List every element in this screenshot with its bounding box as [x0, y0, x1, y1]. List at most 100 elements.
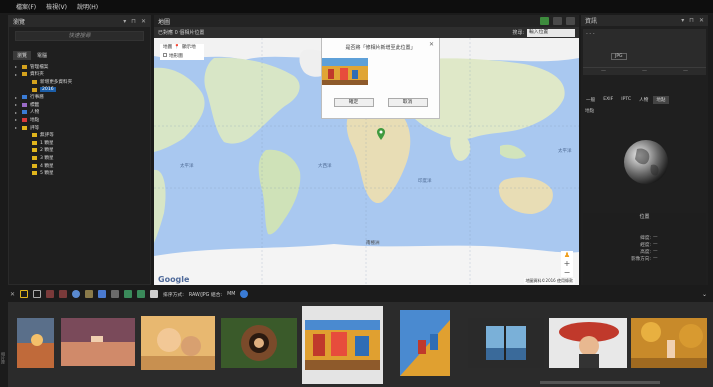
info-icon[interactable]	[240, 290, 249, 298]
grid-view-icon[interactable]	[566, 17, 575, 25]
expand-icon[interactable]: ▸	[15, 110, 22, 115]
select-icon[interactable]	[150, 290, 159, 298]
tree-item[interactable]: ▸ 地點	[15, 116, 150, 124]
thumbnail[interactable]	[17, 306, 54, 384]
world-map[interactable]: 太平洋 大西洋 印度洋 太平洋 南極洲 地圖 📍 顯示地 地形圖 ✕ 是否將「修相片…	[154, 38, 579, 285]
details-view-icon[interactable]	[553, 17, 562, 25]
tree-item[interactable]: 5 顆星	[15, 169, 150, 177]
zoom-in-button[interactable]: +	[561, 259, 573, 268]
tab-computer[interactable]: 電腦	[33, 51, 51, 60]
thumbnail[interactable]	[549, 306, 627, 384]
expand-icon[interactable]: ▸	[15, 64, 22, 69]
folder-icon	[32, 133, 37, 138]
quick-search-input[interactable]: 快速搜尋	[15, 31, 144, 41]
float-icon[interactable]: ⊓	[131, 18, 136, 25]
pin-icon[interactable]: ▾	[681, 17, 684, 24]
thumbnail[interactable]	[141, 306, 215, 384]
location-search-input[interactable]: 輸入位置	[527, 28, 575, 37]
tree-item[interactable]: 4 顆星	[15, 162, 150, 170]
direction-label: 影像方向:	[631, 256, 651, 262]
expand-icon[interactable]: ▸	[15, 125, 22, 130]
thumbnail[interactable]	[221, 306, 297, 384]
float-icon[interactable]: ⊓	[689, 17, 694, 24]
expand-icon[interactable]: ▸	[15, 117, 22, 122]
menu-bar: 檔案(F) 檢視(V) 說明(H)	[0, 0, 713, 13]
location-search-label: 搜尋:	[512, 30, 524, 36]
expand-icon[interactable]: ▸	[15, 72, 22, 77]
zoom-out-button[interactable]: −	[561, 268, 573, 277]
tree-item[interactable]: ▸ 資料夾	[15, 71, 150, 79]
tab-browse[interactable]: 瀏覽	[13, 51, 32, 60]
tree-item-label: 3 顆星	[40, 155, 54, 161]
pin-icon[interactable]: ▾	[123, 18, 126, 25]
tree-item-label: 標籤	[30, 102, 40, 108]
tree-item[interactable]: ▸ 管理檔案	[15, 63, 150, 71]
altitude-label: 高度:	[640, 249, 651, 255]
sort-label[interactable]: 排序方式:	[163, 291, 184, 298]
thumbnail-view-icon[interactable]	[20, 290, 29, 298]
dialog-question: 是否將「修相片新增至此位置」	[345, 45, 416, 51]
location-pin-icon[interactable]	[377, 128, 385, 140]
menu-help[interactable]: 說明(H)	[77, 2, 98, 11]
folder-icon	[22, 64, 27, 69]
cancel-button[interactable]: 取消	[387, 98, 428, 107]
tree-item-label: 新增更多資料夾	[40, 79, 73, 85]
globe-icon	[624, 140, 668, 184]
tab-location[interactable]: 地點	[653, 96, 669, 104]
reject-icon[interactable]	[59, 290, 68, 298]
expand-icon[interactable]: ▸	[15, 102, 22, 107]
map-attribution[interactable]: 地圖資料©2016 使用條款	[523, 278, 575, 284]
pegman-icon[interactable]: ♟	[561, 251, 573, 259]
ocean-label: 大西洋	[318, 164, 332, 169]
rotate-left-icon[interactable]	[124, 290, 133, 298]
folder-icon	[32, 163, 37, 168]
slideshow-icon[interactable]	[111, 290, 120, 298]
ok-button[interactable]: 確定	[333, 98, 374, 107]
tab-iptc[interactable]: IPTC	[618, 96, 634, 104]
thumbnail-selected[interactable]	[302, 306, 383, 384]
terrain-checkbox[interactable]	[163, 53, 167, 57]
location-title: 位置	[639, 214, 650, 220]
tree-item[interactable]: 2 顆星	[15, 147, 150, 155]
menu-view[interactable]: 檢視(V)	[46, 2, 67, 11]
map-type-control[interactable]: 地圖 📍 顯示地 地形圖	[160, 44, 204, 60]
location-subtitle: 地點	[585, 109, 595, 114]
thumbnail[interactable]	[61, 306, 135, 384]
list-view-icon[interactable]	[33, 290, 42, 298]
raw-jpg-value[interactable]: MM	[227, 292, 235, 297]
tree-item[interactable]: 1 顆星	[15, 139, 150, 147]
tree-item[interactable]: ▸ 評等	[15, 124, 150, 132]
people-icon[interactable]	[72, 290, 81, 298]
close-icon[interactable]: ✕	[699, 17, 704, 24]
filmstrip-scrollbar[interactable]	[540, 381, 660, 384]
tree-item[interactable]: ▸ 人物	[15, 109, 150, 117]
close-icon[interactable]: ✕	[10, 291, 15, 298]
chevron-down-icon[interactable]: ⌄	[702, 291, 707, 298]
thumbnail[interactable]	[400, 306, 450, 384]
folder-icon	[22, 117, 27, 122]
tree-item[interactable]: 新增更多資料夾	[15, 78, 150, 86]
tab-people[interactable]: 人物	[636, 96, 651, 104]
map-type-map[interactable]: 地圖	[163, 45, 172, 51]
edit-icon[interactable]	[85, 290, 94, 298]
rotate-right-icon[interactable]	[137, 290, 146, 298]
map-type-terrain[interactable]: 地形圖	[169, 54, 183, 59]
format-badge: JPG	[611, 53, 627, 60]
tree-item-label: 5 顆星	[40, 171, 54, 177]
close-icon[interactable]: ✕	[141, 18, 146, 25]
close-icon[interactable]: ✕	[429, 41, 434, 48]
tree-item[interactable]: ▸ 標籤	[15, 101, 150, 109]
tree-item[interactable]: 3 顆星	[15, 154, 150, 162]
tree-item[interactable]: 無評等	[15, 131, 150, 139]
flag-icon[interactable]	[46, 290, 55, 298]
tab-general[interactable]: 一般	[583, 96, 598, 104]
thumbnail[interactable]	[468, 306, 544, 384]
tab-exif[interactable]: EXIF	[600, 96, 616, 104]
share-icon[interactable]	[98, 290, 107, 298]
expand-icon[interactable]: ▸	[15, 95, 22, 100]
menu-file[interactable]: 檔案(F)	[16, 2, 36, 11]
tree-item[interactable]: ▸ 行事曆	[15, 93, 150, 101]
map-view-icon[interactable]	[540, 17, 549, 25]
tree-item[interactable]: 2016	[15, 86, 150, 94]
thumbnail[interactable]	[631, 306, 707, 384]
